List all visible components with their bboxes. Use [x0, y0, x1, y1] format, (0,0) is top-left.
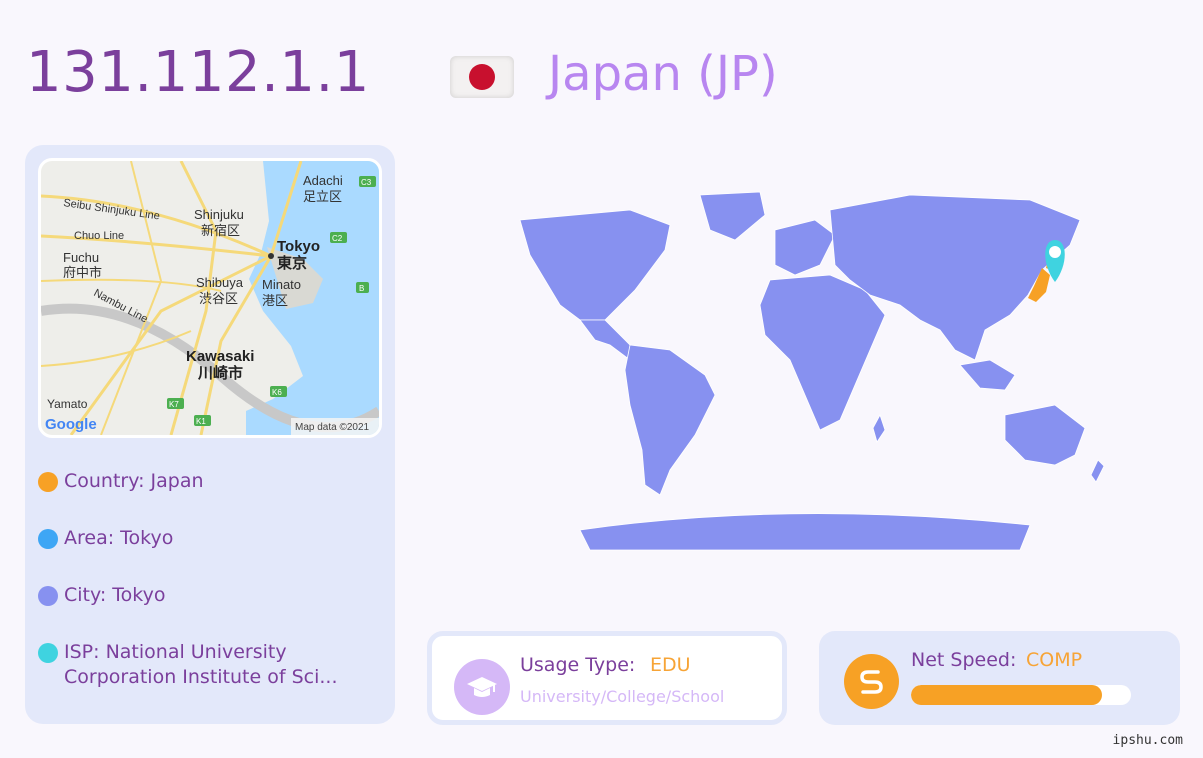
map-route-k1: K1 [196, 417, 206, 426]
map-label-shibuya: Shibuya [196, 275, 244, 290]
usage-type-label: Usage Type: [520, 654, 636, 676]
info-isp: ISP: National University Corporation Ins… [38, 640, 344, 690]
net-speed-fill [911, 685, 1103, 705]
map-label-kawasaki: Kawasaki [186, 348, 254, 365]
ip-address: 131.112.1.1 [26, 40, 370, 105]
speed-card: Net Speed: COMP [819, 631, 1180, 725]
city-text: City: Tokyo [64, 584, 166, 606]
speed-s-icon [844, 654, 899, 709]
map-label-shinjuku-jp: 新宿区 [201, 223, 240, 239]
map-label-tokyo: Tokyo [277, 238, 320, 255]
info-city: City: Tokyo [38, 583, 166, 608]
map-label-yamato: Yamato [47, 397, 88, 411]
graduation-cap-icon [454, 659, 510, 715]
usage-type-value: EDU [650, 654, 691, 676]
map-attribution: Map data ©2021 [295, 422, 370, 433]
map-label-fuchu: Fuchu [63, 250, 99, 265]
country-dot-icon [38, 472, 58, 492]
map-label-shinjuku: Shinjuku [194, 207, 244, 222]
area-dot-icon [38, 529, 58, 549]
world-map [430, 170, 1170, 570]
map-route-c2: C2 [332, 234, 343, 243]
map-route-b: B [359, 284, 364, 293]
usage-card: Usage Type: EDU University/College/Schoo… [427, 631, 787, 725]
map-label-shibuya-jp: 渋谷区 [199, 292, 238, 307]
map-route-c3: C3 [361, 178, 372, 187]
area-text: Area: Tokyo [64, 527, 174, 549]
city-map[interactable]: Adachi 足立区 Seibu Shinjuku Line Shinjuku … [38, 158, 382, 438]
japan-flag-icon [450, 56, 514, 98]
map-route-k7: K7 [169, 400, 179, 409]
map-label-tokyo-jp: 東京 [277, 254, 307, 272]
net-speed-bar [911, 685, 1131, 705]
city-dot-icon [38, 586, 58, 606]
map-label-minato: Minato [262, 277, 301, 292]
info-country: Country: Japan [38, 469, 204, 494]
footer-site: ipshu.com [1112, 733, 1183, 748]
map-google-logo: Google [45, 416, 97, 433]
location-card: Adachi 足立区 Seibu Shinjuku Line Shinjuku … [25, 145, 395, 724]
net-speed-label: Net Speed: [911, 649, 1017, 671]
usage-type-subtitle: University/College/School [520, 687, 725, 706]
country-title: Japan (JP) [548, 46, 778, 102]
net-speed-value: COMP [1026, 649, 1083, 671]
map-label-chuo-line: Chuo Line [74, 230, 124, 242]
isp-text: ISP: National University Corporation Ins… [64, 641, 338, 688]
isp-dot-icon [38, 643, 58, 663]
map-label-fuchu-jp: 府中市 [63, 265, 102, 281]
map-label-kawasaki-jp: 川崎市 [197, 364, 243, 382]
country-text: Country: Japan [64, 470, 204, 492]
map-label-adachi: Adachi [303, 173, 343, 188]
map-label-adachi-jp: 足立区 [303, 190, 342, 205]
map-label-minato-jp: 港区 [262, 294, 288, 309]
map-route-k6: K6 [272, 388, 282, 397]
info-area: Area: Tokyo [38, 526, 173, 551]
